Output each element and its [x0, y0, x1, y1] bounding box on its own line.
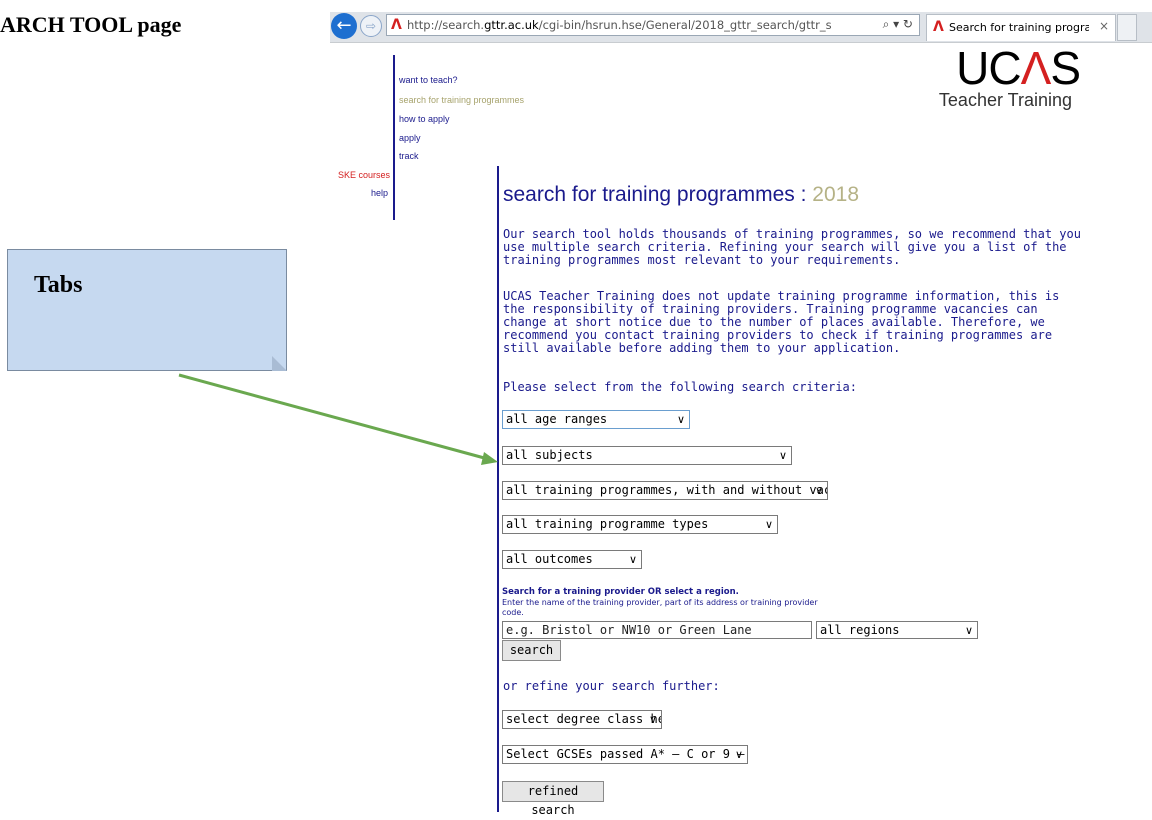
arrow-head	[481, 452, 498, 465]
annotation-arrow	[178, 373, 498, 465]
arrow-line	[178, 373, 489, 461]
